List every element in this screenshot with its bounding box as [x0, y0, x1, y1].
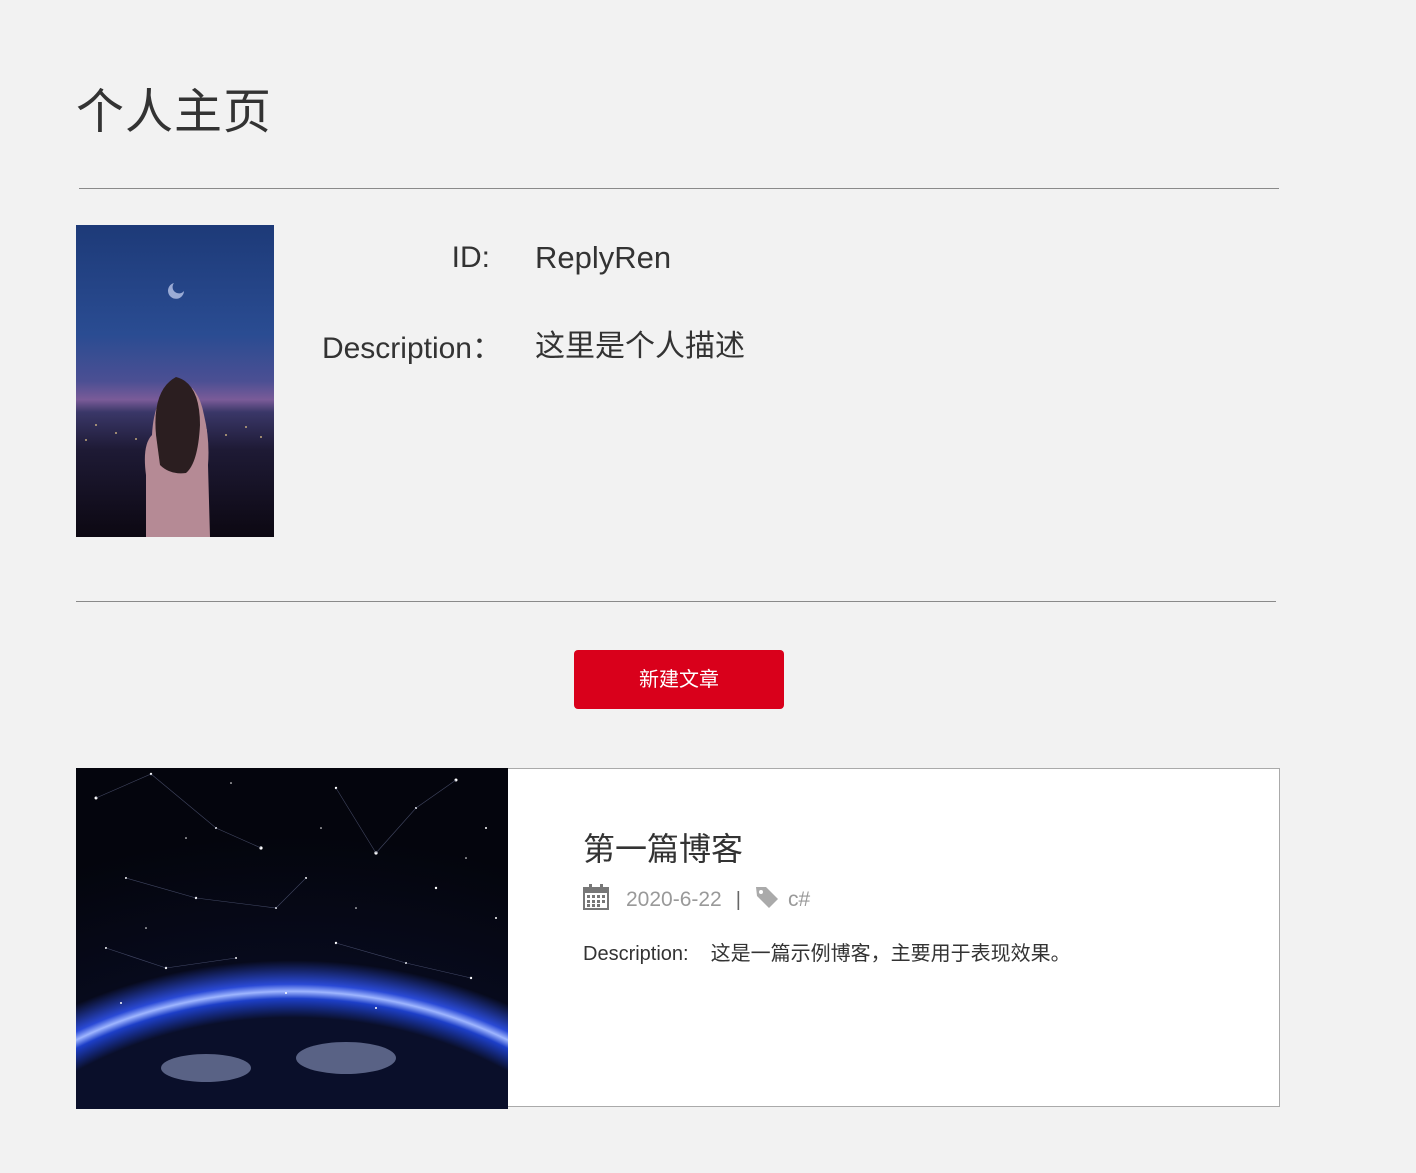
- post-title[interactable]: 第一篇博客: [583, 829, 743, 869]
- avatar: [76, 225, 274, 537]
- divider-top: [79, 188, 1279, 189]
- new-post-button[interactable]: 新建文章: [574, 650, 784, 709]
- post-meta: 2020-6-22 | c#: [583, 884, 810, 916]
- id-value: ReplyRen: [535, 240, 672, 275]
- id-label: ID:: [451, 241, 490, 274]
- calendar-icon: [583, 884, 609, 916]
- post-card[interactable]: 第一篇博客 2020-6-22 | c# Description: 这是一篇示例…: [76, 768, 1280, 1109]
- post-description: Description: 这是一篇示例博客，主要用于表现效果。: [583, 937, 1071, 966]
- meta-separator: |: [735, 888, 741, 911]
- post-cover-image: [76, 768, 508, 1109]
- description-value: 这里是个人描述: [535, 329, 745, 364]
- tag-icon: [755, 885, 779, 915]
- post-description-text: 这是一篇示例博客，主要用于表现效果。: [710, 941, 1071, 965]
- description-label: Description：: [321, 332, 502, 365]
- post-tag[interactable]: c#: [788, 888, 810, 912]
- divider-middle: [76, 601, 1276, 602]
- post-date: 2020-6-22: [626, 888, 722, 911]
- page-title: 个人主页: [76, 84, 273, 140]
- post-description-label: Description:: [583, 943, 689, 965]
